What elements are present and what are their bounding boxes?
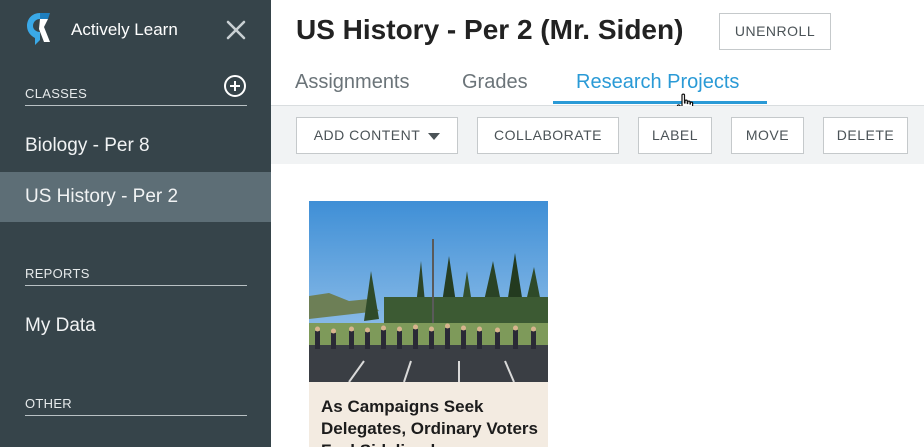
other-section-label: OTHER <box>25 396 72 411</box>
tab-grades[interactable]: Grades <box>462 62 528 106</box>
add-class-icon[interactable] <box>223 74 247 98</box>
classes-section-header: CLASSES <box>25 75 247 106</box>
brand-name: Actively Learn <box>71 20 178 39</box>
add-content-button[interactable]: ADD CONTENT <box>296 117 458 154</box>
sidebar-item-label: My Data <box>25 315 96 336</box>
add-content-label: ADD CONTENT <box>313 127 421 143</box>
unenroll-button[interactable]: UNENROLL <box>719 13 831 50</box>
toolbar: ADD CONTENT COLLABORATE LABEL MOVE DELET… <box>271 106 924 164</box>
page-title: US History - Per 2 (Mr. Siden) <box>296 14 684 45</box>
other-section-header: OTHER <box>25 390 247 416</box>
tab-assignments[interactable]: Assignments <box>295 62 410 106</box>
reports-section-label: REPORTS <box>25 266 90 281</box>
sidebar-item-my-data[interactable]: My Data <box>0 301 271 351</box>
sidebar: Actively Learn CLASSES Biology - Per 8 U… <box>0 0 271 447</box>
sidebar-item-us-history-per-2[interactable]: US History - Per 2 <box>0 172 271 222</box>
tab-bar: Assignments Grades Research Projects <box>271 62 924 106</box>
sidebar-item-biology-per-8[interactable]: Biology - Per 8 <box>0 121 271 171</box>
article-thumbnail-image <box>309 201 548 382</box>
caret-down-icon <box>428 132 441 140</box>
brand: Actively Learn <box>0 0 271 62</box>
delete-button[interactable]: DELETE <box>823 117 908 154</box>
classes-section-label: CLASSES <box>25 86 88 101</box>
active-tab-indicator <box>553 101 767 104</box>
actively-learn-logo-icon <box>27 13 50 45</box>
tab-research-projects[interactable]: Research Projects <box>576 62 739 106</box>
reports-section-header: REPORTS <box>25 260 247 286</box>
move-button[interactable]: MOVE <box>731 117 804 154</box>
collaborate-button[interactable]: COLLABORATE <box>477 117 619 154</box>
content-card[interactable]: As Campaigns Seek Delegates, Ordinary Vo… <box>309 201 548 447</box>
card-title: As Campaigns Seek Delegates, Ordinary Vo… <box>321 397 538 447</box>
sidebar-item-label: Biology - Per 8 <box>25 135 150 156</box>
close-icon[interactable] <box>224 18 248 42</box>
label-button[interactable]: LABEL <box>638 117 712 154</box>
sidebar-item-label: US History - Per 2 <box>25 186 179 207</box>
